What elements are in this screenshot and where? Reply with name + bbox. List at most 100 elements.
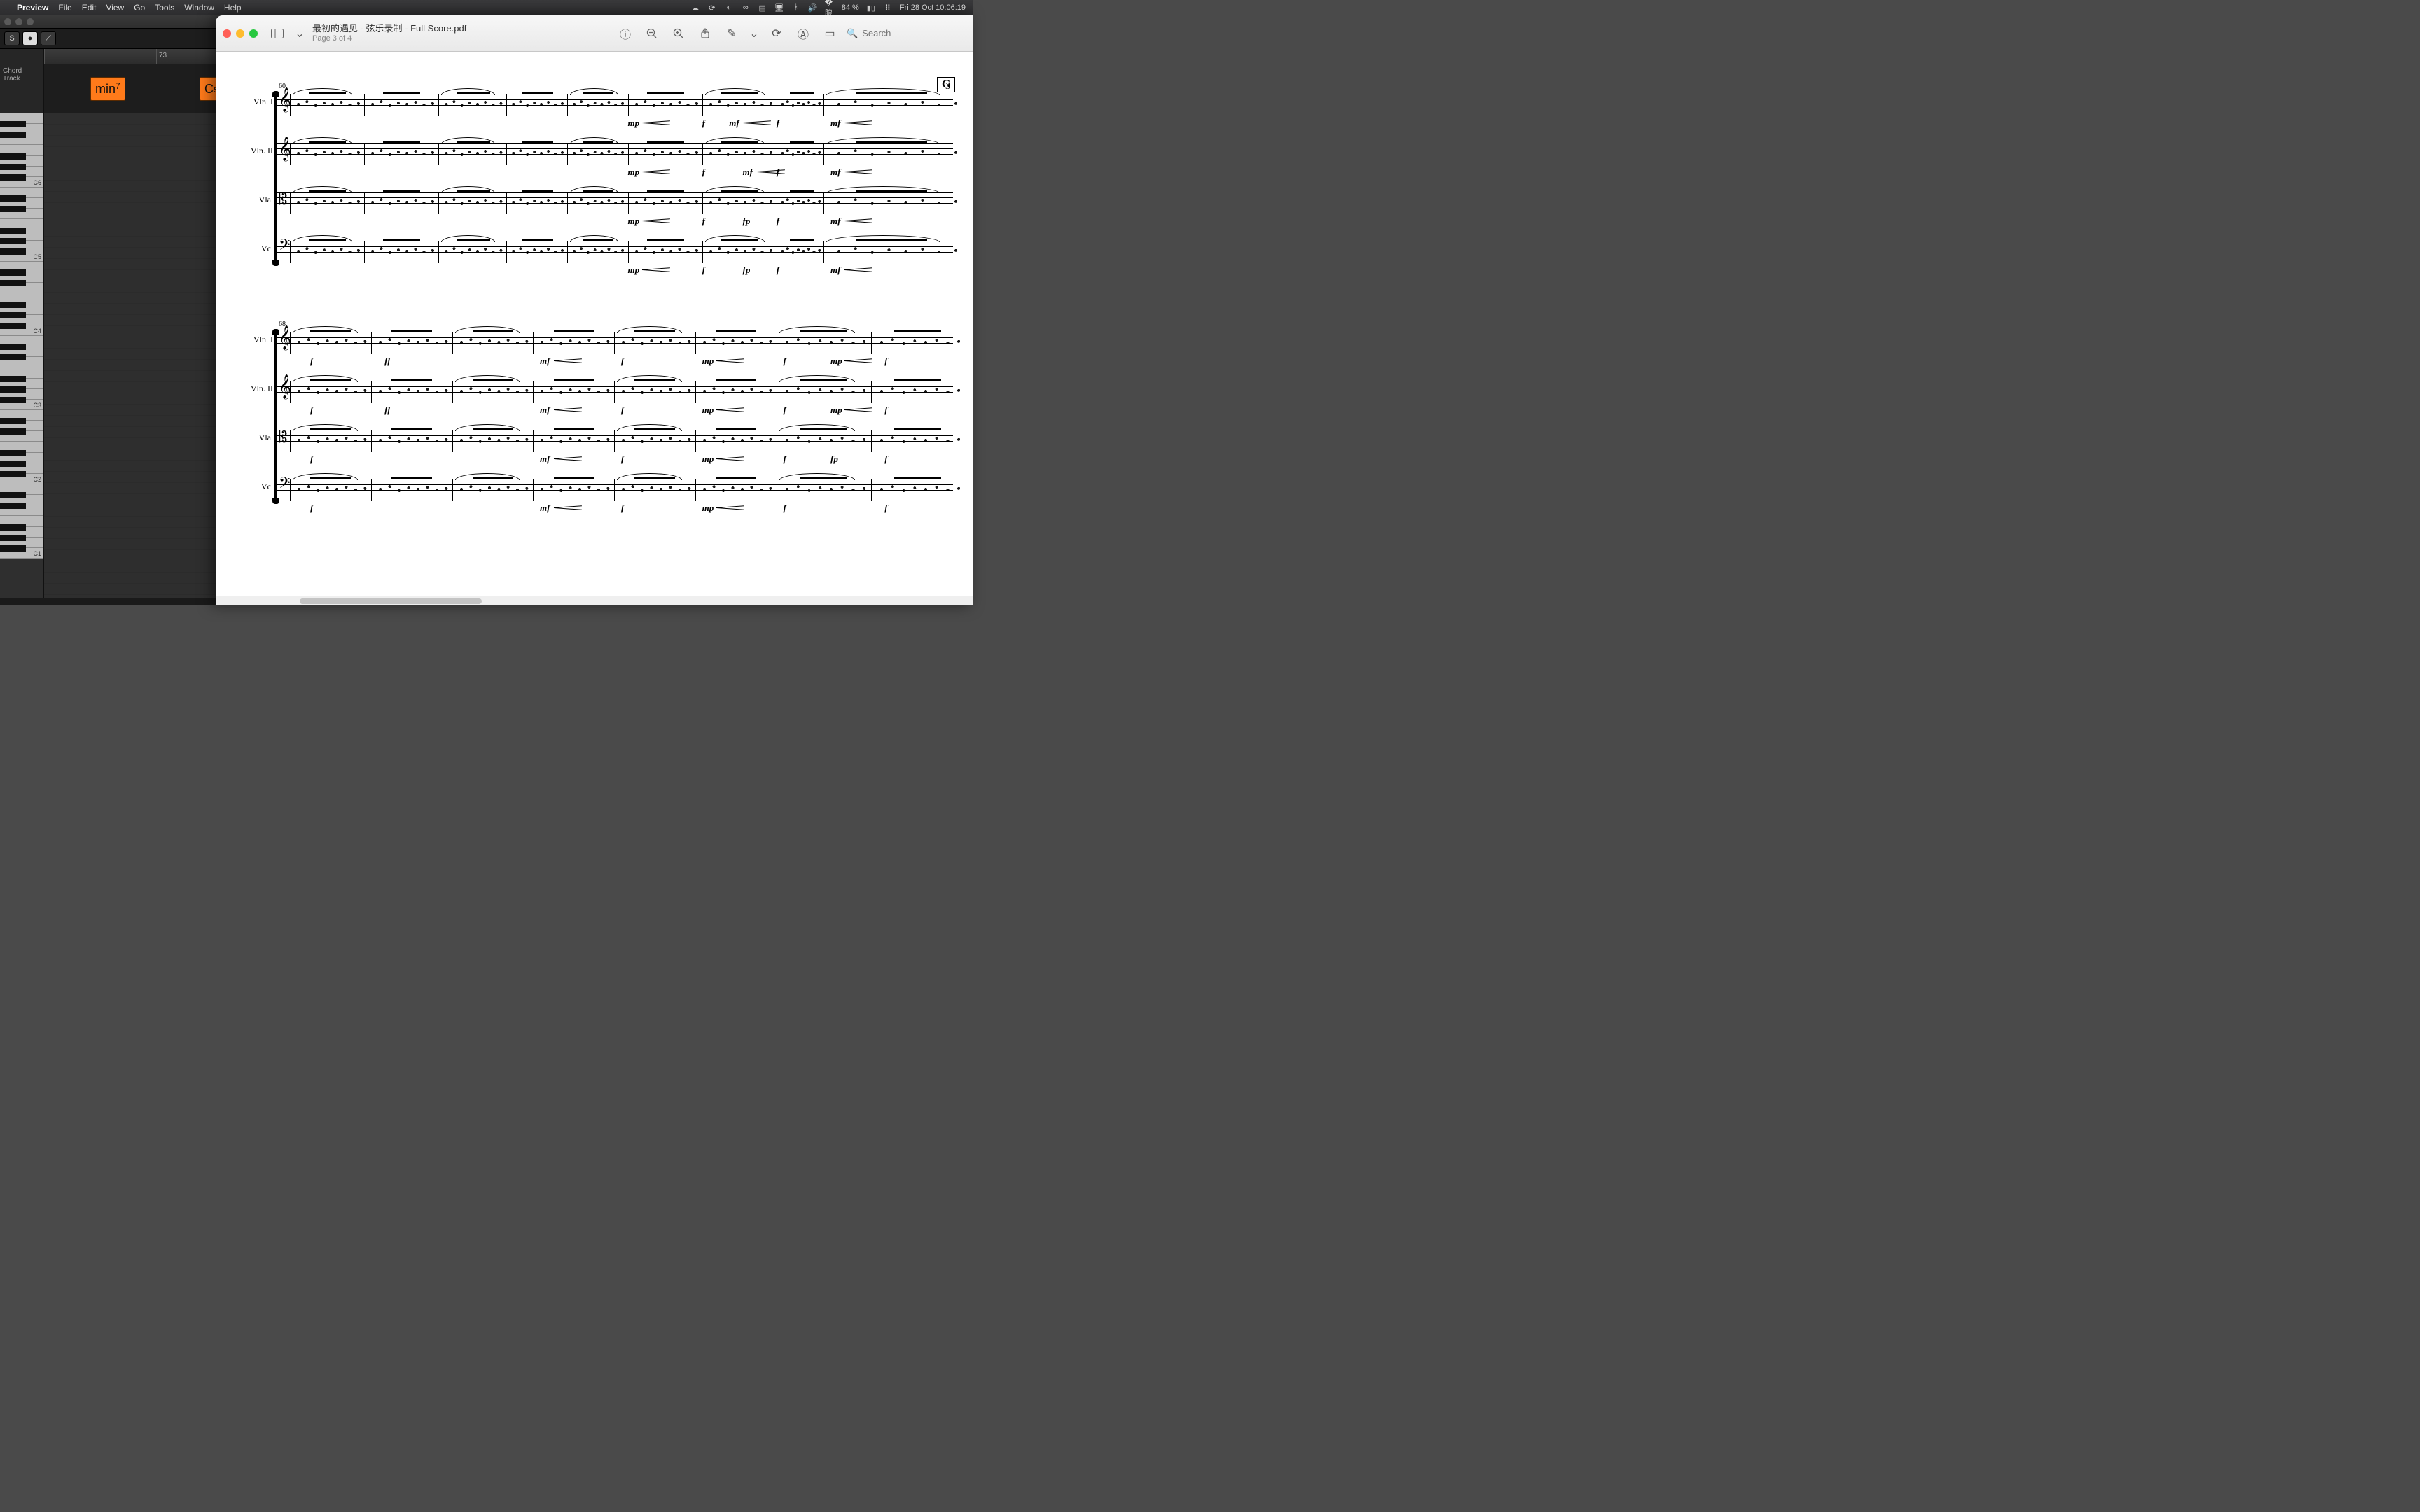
dynamic-marking: f [702,167,705,178]
menu-help[interactable]: Help [224,3,242,13]
window-traffic-lights[interactable] [223,29,258,38]
notation-region [534,427,613,454]
bar-number: 73 [159,52,167,59]
slash-button[interactable]: ⟋ [41,31,56,46]
dynamic-marking: f [783,356,786,367]
notation-region [373,427,451,454]
instrument-label: Vln. II [238,384,273,394]
dynamic-marking: mp [702,405,714,416]
zoom-window-button[interactable] [249,29,258,38]
notation-region [872,476,964,503]
staff: Vc.𝄢fmffmpff [277,472,953,507]
system-bracket [274,94,277,263]
notation-region [630,238,701,265]
status-icon[interactable]: ∞ [741,3,751,13]
menubar-clock[interactable]: Fri 28 Oct 10:06:19 [900,4,966,12]
dynamic-marking: mf [743,167,753,178]
clef-icon: 𝄢 [279,476,291,494]
menu-file[interactable]: File [58,3,71,13]
chord-chip[interactable]: min7 [90,77,125,101]
octave-label: C2 [33,476,41,483]
notation-region [373,378,451,405]
sidebar-toggle-button[interactable] [267,24,287,43]
wifi-icon[interactable]: �腺 [825,3,835,13]
status-icon[interactable]: 🖥 [774,3,784,13]
markup-menu-chevron-icon[interactable]: ⌄ [749,24,760,43]
notation-region [778,238,823,265]
bluetooth-icon[interactable]: ᚼ [791,3,801,13]
notation-region [366,140,437,167]
piano-roll-keyboard[interactable]: Chord Track C6C5C4C3C2C1 [0,49,44,606]
staff: Vln. I𝄞mpfmffmf [277,87,953,122]
dynamic-marking: f [310,356,313,367]
control-center-icon[interactable]: ⠿ [883,3,893,13]
info-button[interactable]: ⓘ [616,24,635,43]
dynamic-marking: f [783,503,786,514]
macos-menubar: Preview File Edit View Go Tools Window H… [0,0,973,15]
staff: Vln. II𝄞mpfmffmf [277,136,953,171]
menu-view[interactable]: View [106,3,124,13]
active-app-name[interactable]: Preview [17,3,48,13]
dynamic-marking: f [621,454,624,465]
pdf-viewport[interactable]: 3 G 60Vln. I𝄞mpfmffmfVln. II𝄞mpfmffmfVla… [216,52,973,596]
score-system: 60Vln. I𝄞mpfmffmfVln. II𝄞mpfmffmfVla.𝄡mp… [235,87,953,269]
menu-edit[interactable]: Edit [82,3,97,13]
battery-percent: 84 % [842,4,859,12]
dynamic-marking: f [884,356,887,367]
notation-region [534,476,613,503]
close-window-button[interactable] [223,29,231,38]
dynamic-marking: fp [830,454,838,465]
zoom-out-button[interactable] [642,24,662,43]
audio-icon[interactable]: 🔊 [808,3,818,13]
notation-region [508,140,566,167]
dynamic-marking: f [783,405,786,416]
sidebar-menu-chevron-icon[interactable]: ⌄ [294,24,305,43]
dynamic-marking: mf [729,118,739,129]
dynamic-marking: f [884,454,887,465]
search-input[interactable] [862,28,953,38]
solo-button[interactable]: S [4,31,20,46]
markup-button[interactable]: ✎ [722,24,742,43]
daw-traffic-lights[interactable] [4,18,34,25]
zoom-in-button[interactable] [669,24,688,43]
marker-button[interactable]: ● [22,31,38,46]
instrument-label: Vla. [238,433,273,443]
menu-go[interactable]: Go [134,3,145,13]
dynamic-marking: f [777,118,779,129]
notation-region [366,91,437,118]
staff: Vla.𝄡fmffmpffpf [277,423,953,458]
dynamic-marking: mf [830,118,840,129]
menu-tools[interactable]: Tools [155,3,174,13]
form-button[interactable]: ▭ [820,24,840,43]
score-system: 68Vln. I𝄞fffmffmpfmpfVln. II𝄞fffmffmpfmp… [235,325,953,507]
score-page: 3 G 60Vln. I𝄞mpfmffmfVln. II𝄞mpfmffmfVla… [216,52,973,596]
status-icon[interactable]: ▤ [758,3,767,13]
instrument-label: Vc. [238,244,273,254]
dynamic-marking: mp [830,405,842,416]
dynamic-marking: mp [628,167,640,178]
rotate-button[interactable]: ⟳ [767,24,786,43]
octave-label: C5 [33,253,41,260]
status-icon[interactable]: ☁︎ [690,3,700,13]
instrument-label: Vln. I [238,97,273,107]
status-icon[interactable]: ⟳ [707,3,717,13]
dynamic-marking: mp [702,503,714,514]
dynamic-marking: f [702,118,705,129]
preview-horizontal-scrollbar[interactable] [216,596,973,606]
search-field[interactable]: 🔍 [847,28,966,39]
dynamic-marking: f [702,265,705,276]
highlight-button[interactable]: Ⓐ [793,24,813,43]
minimize-window-button[interactable] [236,29,244,38]
battery-icon[interactable]: ▮▯ [866,3,876,13]
staff: Vln. II𝄞fffmffmpfmpf [277,374,953,409]
notation-region [366,189,437,216]
menubar-status-area: ☁︎ ⟳ ◐ ∞ ▤ 🖥 ᚼ 🔊 �腺 84 % ▮▯ ⠿ Fri 28 Oct… [690,3,966,13]
dynamic-marking: mf [830,216,840,227]
dynamic-marking: f [310,503,313,514]
share-button[interactable] [695,24,715,43]
status-icon[interactable]: ◐ [724,3,734,13]
menu-window[interactable]: Window [184,3,214,13]
notation-region [508,238,566,265]
dynamic-marking: mp [628,118,640,129]
scrollbar-thumb[interactable] [300,598,482,604]
